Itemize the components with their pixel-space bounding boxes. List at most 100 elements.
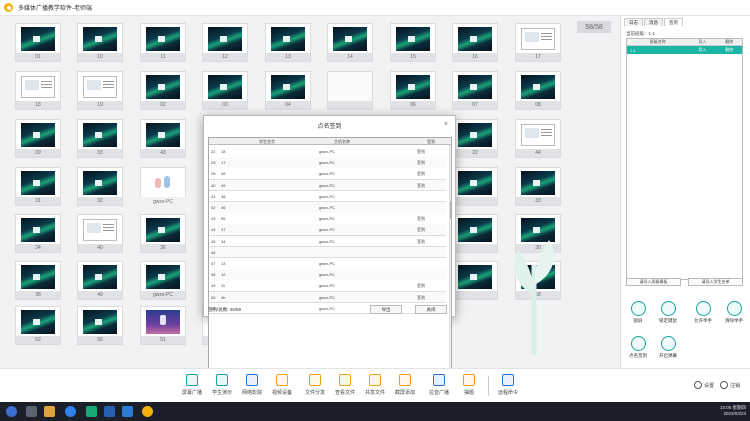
toolbar-item[interactable]: 查看文件 bbox=[329, 374, 361, 400]
broadcast-app-icon[interactable] bbox=[142, 406, 153, 417]
close-icon[interactable]: × bbox=[444, 121, 448, 128]
student-screen-thumbnail[interactable] bbox=[452, 261, 498, 301]
import-student-list-button[interactable]: 请导入学生名单 bbox=[688, 278, 743, 286]
student-screen-thumbnail[interactable]: 07 bbox=[452, 71, 498, 111]
preview-image bbox=[83, 122, 117, 147]
toolbar-item[interactable]: 网络影院 bbox=[236, 374, 268, 400]
signin-row[interactable]: 40 49 gwxx-PC 签到 bbox=[209, 179, 446, 192]
roll-call-button[interactable]: 点名签到 bbox=[625, 336, 651, 364]
toolbar-item[interactable]: 文件分发 bbox=[299, 374, 331, 400]
toolbar-item[interactable]: 抽题 bbox=[453, 374, 485, 400]
student-screen-thumbnail[interactable]: 52 bbox=[15, 306, 61, 346]
lock-screen-button[interactable]: 锁屏 bbox=[625, 301, 651, 329]
signin-row[interactable]: 43 59 gwxx-PC 签到 bbox=[209, 213, 446, 225]
student-screen-thumbnail[interactable]: 43 bbox=[140, 119, 186, 159]
student-screen-thumbnail[interactable]: 19 bbox=[77, 71, 123, 111]
signin-row[interactable]: 22 18 gwxx-PC 签到 bbox=[209, 146, 446, 158]
signin-count: 签到/总数: 45/58 bbox=[208, 307, 242, 312]
file-manager-icon[interactable] bbox=[44, 406, 55, 417]
tab-signin[interactable]: 签到 bbox=[664, 18, 683, 26]
student-screen-thumbnail[interactable]: 51 bbox=[140, 306, 186, 346]
logout-button[interactable]: 注销 bbox=[720, 381, 740, 389]
start-menu-icon[interactable] bbox=[6, 406, 17, 417]
signin-row[interactable]: 47 13 gwxx-PC bbox=[209, 258, 446, 270]
student-screen-thumbnail[interactable]: 33 bbox=[77, 119, 123, 159]
host-name: gwxx-PC bbox=[319, 272, 336, 278]
signin-row[interactable]: 46 bbox=[209, 246, 446, 259]
student-screen-thumbnail[interactable]: 18 bbox=[15, 71, 61, 111]
toolbar-item[interactable]: 截屏添加 bbox=[389, 374, 421, 400]
toolbar-item[interactable]: 屏幕广播 bbox=[176, 374, 208, 400]
import-class-template-button[interactable]: 请导入班级模板 bbox=[626, 278, 681, 286]
student-screen-thumbnail[interactable]: gwxx-PC bbox=[140, 261, 186, 301]
signin-row[interactable]: 50 4b gwxx-PC 签到 bbox=[209, 291, 446, 304]
browser-icon[interactable] bbox=[65, 406, 76, 417]
task-view-icon[interactable] bbox=[26, 406, 37, 417]
student-screen-thumbnail[interactable]: 31 bbox=[15, 167, 61, 207]
student-screen-thumbnail[interactable]: 38 bbox=[15, 261, 61, 301]
signin-row[interactable]: 48 12 gwxx-PC bbox=[209, 269, 446, 281]
student-screen-thumbnail[interactable]: 49 bbox=[77, 261, 123, 301]
delete-link[interactable]: 删除 bbox=[716, 46, 742, 54]
signin-row[interactable]: 45 34 gwxx-PC 签到 bbox=[209, 235, 446, 248]
student-screen-thumbnail[interactable]: 13 bbox=[265, 23, 311, 63]
app-window-icon[interactable] bbox=[122, 406, 133, 417]
student-screen-thumbnail[interactable]: 17 bbox=[515, 23, 561, 63]
student-screen-thumbnail[interactable]: 11 bbox=[140, 23, 186, 63]
row-number: 25 bbox=[211, 160, 216, 166]
tab-log[interactable]: 日志 bbox=[624, 18, 643, 26]
toolbar-item[interactable]: 视频设备 bbox=[266, 374, 298, 400]
student-screen-thumbnail[interactable]: 44 bbox=[515, 119, 561, 159]
student-screen-thumbnail[interactable]: 12 bbox=[202, 23, 248, 63]
clear-raise-hand-button[interactable]: 清除举手 bbox=[721, 301, 747, 329]
student-screen-thumbnail[interactable]: 09 bbox=[15, 119, 61, 159]
signin-row[interactable]: 26 26 gwxx-PC 签到 bbox=[209, 168, 446, 180]
signin-row[interactable]: 49 11 gwxx-PC 签到 bbox=[209, 280, 446, 292]
import-link[interactable]: 导入 bbox=[688, 46, 716, 54]
student-screen-thumbnail[interactable]: 10 bbox=[77, 23, 123, 63]
preview-image bbox=[83, 218, 117, 241]
hand-clear-icon bbox=[726, 301, 742, 316]
signin-row[interactable]: 42 36 gwxx-PC bbox=[209, 202, 446, 214]
student-screen-thumbnail[interactable]: 32 bbox=[77, 167, 123, 207]
scrollbar-thumb[interactable] bbox=[450, 201, 451, 219]
student-screen-thumbnail[interactable]: 08 bbox=[515, 71, 561, 111]
close-button[interactable]: 关闭 bbox=[415, 305, 447, 314]
student-screen-thumbnail[interactable]: 03 bbox=[202, 71, 248, 111]
student-screen-thumbnail[interactable]: 14 bbox=[327, 23, 373, 63]
student-screen-thumbnail[interactable]: 02 bbox=[140, 71, 186, 111]
barrage-button[interactable]: 开启弹幕 bbox=[655, 336, 681, 364]
student-screen-thumbnail[interactable]: 15 bbox=[390, 23, 436, 63]
toolbar-item[interactable]: 拉音广播 bbox=[423, 374, 455, 400]
screen-preview bbox=[15, 71, 61, 101]
student-screen-thumbnail[interactable]: 04 bbox=[265, 71, 311, 111]
signin-row[interactable]: 25 17 gwxx-PC 签到 bbox=[209, 157, 446, 169]
student-screen-thumbnail[interactable]: 40 bbox=[77, 214, 123, 254]
student-screen-thumbnail[interactable]: 16 bbox=[452, 23, 498, 63]
lock-keyboard-mouse-button[interactable]: 锁定键鼠 bbox=[655, 301, 681, 329]
student-screen-thumbnail[interactable] bbox=[327, 71, 373, 111]
student-screen-thumbnail[interactable]: 36 bbox=[140, 214, 186, 254]
wechat-icon[interactable] bbox=[86, 406, 97, 417]
export-button[interactable]: 导出 bbox=[370, 305, 402, 314]
tab-message[interactable]: 消息 bbox=[644, 18, 663, 26]
toolbar-item[interactable]: 共享文件 bbox=[359, 374, 391, 400]
signin-row[interactable]: 44 37 gwxx-PC 签到 bbox=[209, 224, 446, 236]
toolbar-item[interactable]: 远程命令 bbox=[492, 374, 524, 400]
student-screen-thumbnail[interactable]: 22 bbox=[452, 119, 498, 159]
student-screen-thumbnail[interactable]: 01 bbox=[15, 23, 61, 63]
word-icon[interactable] bbox=[104, 406, 115, 417]
student-screen-thumbnail[interactable]: 56 bbox=[77, 306, 123, 346]
student-screen-thumbnail[interactable] bbox=[452, 214, 498, 254]
screen-preview bbox=[265, 71, 311, 101]
settings-button[interactable]: 设置 bbox=[694, 381, 714, 389]
student-screen-thumbnail[interactable]: 06 bbox=[390, 71, 436, 111]
student-screen-thumbnail[interactable]: gwxx-PC bbox=[140, 167, 186, 207]
student-screen-thumbnail[interactable]: 33 bbox=[515, 167, 561, 207]
student-screen-thumbnail[interactable]: 34 bbox=[15, 214, 61, 254]
signin-row[interactable]: 41 38 gwxx-PC bbox=[209, 190, 446, 203]
class-row[interactable]: 1-1 导入 删除 bbox=[627, 46, 742, 54]
toolbar-item[interactable]: 学生演示 bbox=[206, 374, 238, 400]
allow-raise-hand-button[interactable]: 允许举手 bbox=[690, 301, 716, 329]
student-screen-thumbnail[interactable] bbox=[452, 167, 498, 207]
